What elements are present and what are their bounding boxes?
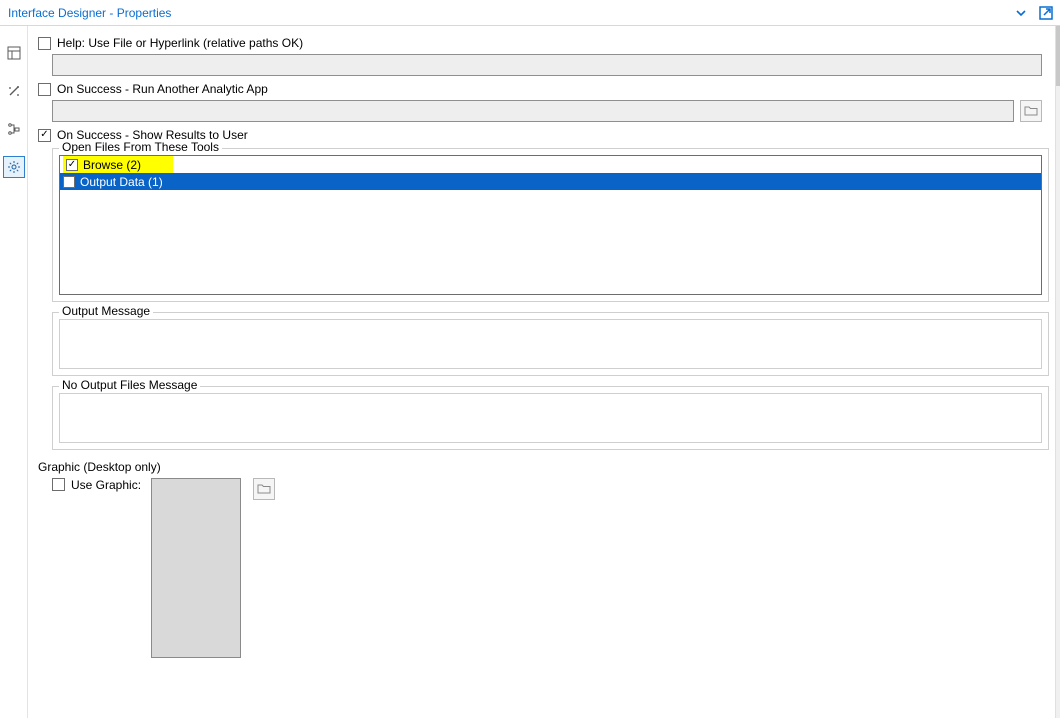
layout-icon[interactable] [3, 42, 25, 64]
properties-panel: Help: Use File or Hyperlink (relative pa… [28, 26, 1060, 718]
no-output-message-input[interactable] [59, 393, 1042, 443]
gear-icon[interactable] [3, 156, 25, 178]
folder-icon [257, 483, 271, 495]
graphic-row: Use Graphic: [52, 478, 1049, 658]
tools-listbox[interactable]: Browse (2) Output Data (1) [59, 155, 1042, 295]
no-output-message-fieldset: No Output Files Message [52, 386, 1049, 450]
tree-icon[interactable] [3, 118, 25, 140]
wand-icon[interactable] [3, 80, 25, 102]
list-item-label: Output Data (1) [80, 175, 163, 189]
side-rail [0, 26, 28, 718]
popout-icon[interactable] [1038, 5, 1054, 21]
browse-graphic-button[interactable] [253, 478, 275, 500]
chevron-down-icon[interactable] [1014, 6, 1028, 20]
browse-app-button[interactable] [1020, 100, 1042, 122]
help-checkbox[interactable] [38, 37, 51, 50]
list-item[interactable]: Browse (2) [60, 156, 1041, 173]
help-checkbox-label: Help: Use File or Hyperlink (relative pa… [57, 36, 303, 50]
output-message-legend: Output Message [59, 304, 153, 318]
help-path-input[interactable] [52, 54, 1042, 76]
open-files-legend: Open Files From These Tools [59, 140, 222, 154]
onsuccess-run-row: On Success - Run Another Analytic App [38, 82, 1049, 96]
folder-icon [1024, 105, 1038, 117]
scrollbar[interactable] [1055, 26, 1060, 718]
graphic-holder [151, 478, 275, 658]
onsuccess-show-checkbox[interactable] [38, 129, 51, 142]
open-files-fieldset: Open Files From These Tools Browse (2) O… [52, 148, 1049, 302]
output-message-fieldset: Output Message [52, 312, 1049, 376]
browse-item-checkbox[interactable] [66, 159, 78, 171]
graphic-section: Graphic (Desktop only) Use Graphic: [38, 460, 1049, 658]
onsuccess-run-label: On Success - Run Another Analytic App [57, 82, 268, 96]
output-message-input[interactable] [59, 319, 1042, 369]
use-graphic-label: Use Graphic: [71, 478, 141, 492]
graphic-preview [151, 478, 241, 658]
main-wrap: Help: Use File or Hyperlink (relative pa… [0, 26, 1060, 718]
outputdata-item-checkbox[interactable] [63, 176, 75, 188]
panel-title: Interface Designer - Properties [8, 6, 171, 20]
onsuccess-run-checkbox[interactable] [38, 83, 51, 96]
list-item[interactable]: Output Data (1) [60, 173, 1041, 190]
titlebar-controls [1014, 5, 1054, 21]
use-graphic-checkbox[interactable] [52, 478, 65, 491]
titlebar: Interface Designer - Properties [0, 0, 1060, 26]
onsuccess-run-input-row [52, 100, 1049, 122]
help-checkbox-row: Help: Use File or Hyperlink (relative pa… [38, 36, 1049, 50]
graphic-section-label: Graphic (Desktop only) [38, 460, 1049, 474]
onsuccess-run-input[interactable] [52, 100, 1014, 122]
list-item-label: Browse (2) [83, 158, 141, 172]
no-output-message-legend: No Output Files Message [59, 378, 200, 392]
